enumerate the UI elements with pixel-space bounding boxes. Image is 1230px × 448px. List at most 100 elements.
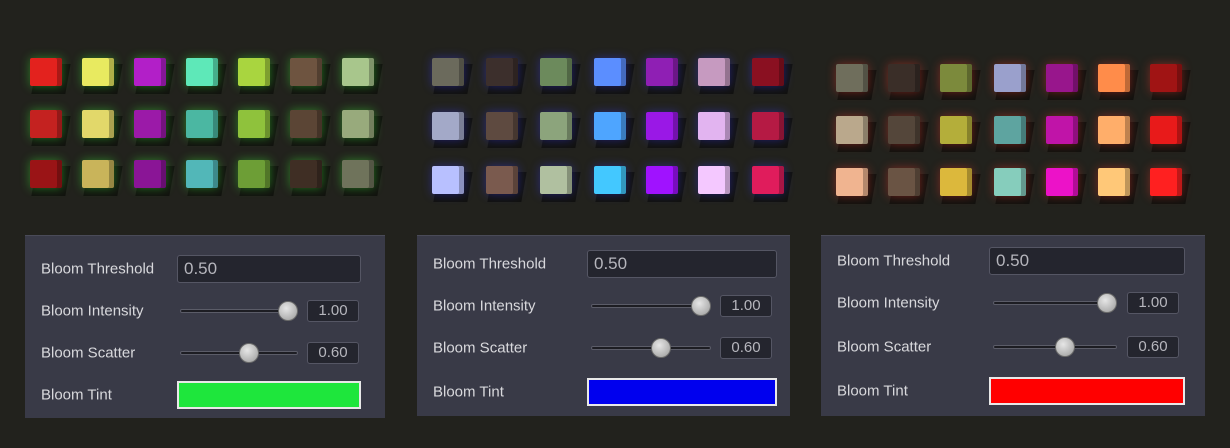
glowing-cube	[940, 64, 972, 92]
bloom-intensity-slider-thumb[interactable]	[278, 301, 298, 321]
bloom-tint-color-swatch[interactable]	[989, 377, 1185, 405]
bloom-tint-row: Bloom Tint	[25, 375, 385, 415]
glowing-cube	[594, 112, 626, 140]
glowing-cube	[432, 112, 464, 140]
glowing-cube	[698, 58, 730, 86]
glowing-cube	[994, 168, 1026, 196]
setting-label: Bloom Threshold	[837, 252, 951, 270]
glowing-cube	[186, 58, 218, 86]
glowing-cube	[994, 116, 1026, 144]
glowing-cube	[888, 64, 920, 92]
glowing-cube	[540, 166, 572, 194]
glowing-cube	[836, 64, 868, 92]
glowing-cube	[134, 110, 166, 138]
glowing-cube	[134, 160, 166, 188]
glowing-cube	[342, 110, 374, 138]
glowing-cube	[486, 166, 518, 194]
bloom-scatter-value-input[interactable]: 0.60	[307, 342, 359, 364]
glowing-cube	[1150, 116, 1182, 144]
glowing-cube	[82, 110, 114, 138]
cube-scene	[408, 28, 800, 218]
bloom-threshold-input[interactable]: 0.50	[177, 255, 361, 283]
glowing-cube	[486, 112, 518, 140]
glowing-cube	[1046, 64, 1078, 92]
bloom-tint-color-swatch[interactable]	[587, 378, 777, 406]
glowing-cube	[82, 160, 114, 188]
setting-label: Bloom Threshold	[41, 260, 155, 278]
glowing-cube	[342, 58, 374, 86]
glowing-cube	[486, 58, 518, 86]
bloom-threshold-input[interactable]: 0.50	[587, 250, 777, 278]
glowing-cube	[594, 58, 626, 86]
bloom-scatter-row: Bloom Scatter 0.60	[417, 328, 790, 368]
glowing-cube	[30, 58, 62, 86]
glowing-cube	[238, 160, 270, 188]
bloom-intensity-value-input[interactable]: 1.00	[1127, 292, 1179, 314]
bloom-intensity-slider-thumb[interactable]	[691, 296, 711, 316]
bloom-threshold-row: Bloom Threshold 0.50	[417, 244, 790, 284]
bloom-intensity-value-input[interactable]: 1.00	[720, 295, 772, 317]
glowing-cube	[30, 110, 62, 138]
bloom-scatter-value-input[interactable]: 0.60	[720, 337, 772, 359]
glowing-cube	[594, 166, 626, 194]
setting-label: Bloom Tint	[433, 383, 504, 401]
setting-label: Bloom Scatter	[837, 338, 932, 356]
setting-label: Bloom Scatter	[41, 344, 136, 362]
glowing-cube	[752, 58, 784, 86]
glowing-cube	[82, 58, 114, 86]
setting-label: Bloom Intensity	[837, 294, 940, 312]
cube-scene	[812, 28, 1230, 218]
glowing-cube	[290, 160, 322, 188]
bloom-scatter-slider-thumb[interactable]	[651, 338, 671, 358]
setting-label: Bloom Intensity	[433, 297, 536, 315]
bloom-scatter-row: Bloom Scatter 0.60	[821, 327, 1205, 367]
setting-label: Bloom Tint	[41, 386, 112, 404]
bloom-settings-panel: Bloom Threshold 0.50 Bloom Intensity 1.00 Bl…	[821, 235, 1205, 416]
glowing-cube	[1150, 64, 1182, 92]
setting-label: Bloom Tint	[837, 382, 908, 400]
glowing-cube	[186, 160, 218, 188]
bloom-threshold-input[interactable]: 0.50	[989, 247, 1185, 275]
glowing-cube	[186, 110, 218, 138]
glowing-cube	[836, 116, 868, 144]
glowing-cube	[290, 110, 322, 138]
bloom-scatter-value-input[interactable]: 0.60	[1127, 336, 1179, 358]
glowing-cube	[646, 166, 678, 194]
bloom-example-blue: Bloom Threshold 0.50 Bloom Intensity 1.00 Bl…	[408, 0, 800, 448]
glowing-cube	[1098, 64, 1130, 92]
glowing-cube	[994, 64, 1026, 92]
bloom-settings-panel: Bloom Threshold 0.50 Bloom Intensity 1.00 Bl…	[25, 235, 385, 418]
bloom-tint-row: Bloom Tint	[821, 371, 1205, 411]
bloom-settings-panel: Bloom Threshold 0.50 Bloom Intensity 1.00 Bl…	[417, 235, 790, 416]
glowing-cube	[540, 58, 572, 86]
glowing-cube	[238, 110, 270, 138]
setting-label: Bloom Intensity	[41, 302, 144, 320]
glowing-cube	[888, 116, 920, 144]
bloom-scatter-slider-thumb[interactable]	[1055, 337, 1076, 357]
glowing-cube	[134, 58, 166, 86]
bloom-scatter-row: Bloom Scatter 0.60	[25, 333, 385, 373]
glowing-cube	[836, 168, 868, 196]
bloom-scatter-slider-thumb[interactable]	[238, 343, 259, 363]
glowing-cube	[888, 168, 920, 196]
glowing-cube	[342, 160, 374, 188]
glowing-cube	[1098, 116, 1130, 144]
glowing-cube	[646, 58, 678, 86]
setting-label: Bloom Scatter	[433, 339, 528, 357]
bloom-intensity-slider-thumb[interactable]	[1097, 293, 1117, 313]
glowing-cube	[1150, 168, 1182, 196]
bloom-intensity-value-input[interactable]: 1.00	[307, 300, 359, 322]
bloom-tint-row: Bloom Tint	[417, 372, 790, 412]
glowing-cube	[432, 166, 464, 194]
glowing-cube	[290, 58, 322, 86]
bloom-intensity-row: Bloom Intensity 1.00	[25, 291, 385, 331]
setting-label: Bloom Threshold	[433, 255, 547, 273]
bloom-example-green: Bloom Threshold 0.50 Bloom Intensity 1.00 Bl…	[0, 0, 400, 448]
glowing-cube	[752, 112, 784, 140]
glowing-cube	[30, 160, 62, 188]
bloom-tint-color-swatch[interactable]	[177, 381, 361, 409]
bloom-example-red: Bloom Threshold 0.50 Bloom Intensity 1.00 Bl…	[812, 0, 1230, 448]
glowing-cube	[698, 112, 730, 140]
glowing-cube	[238, 58, 270, 86]
bloom-intensity-row: Bloom Intensity 1.00	[821, 283, 1205, 323]
